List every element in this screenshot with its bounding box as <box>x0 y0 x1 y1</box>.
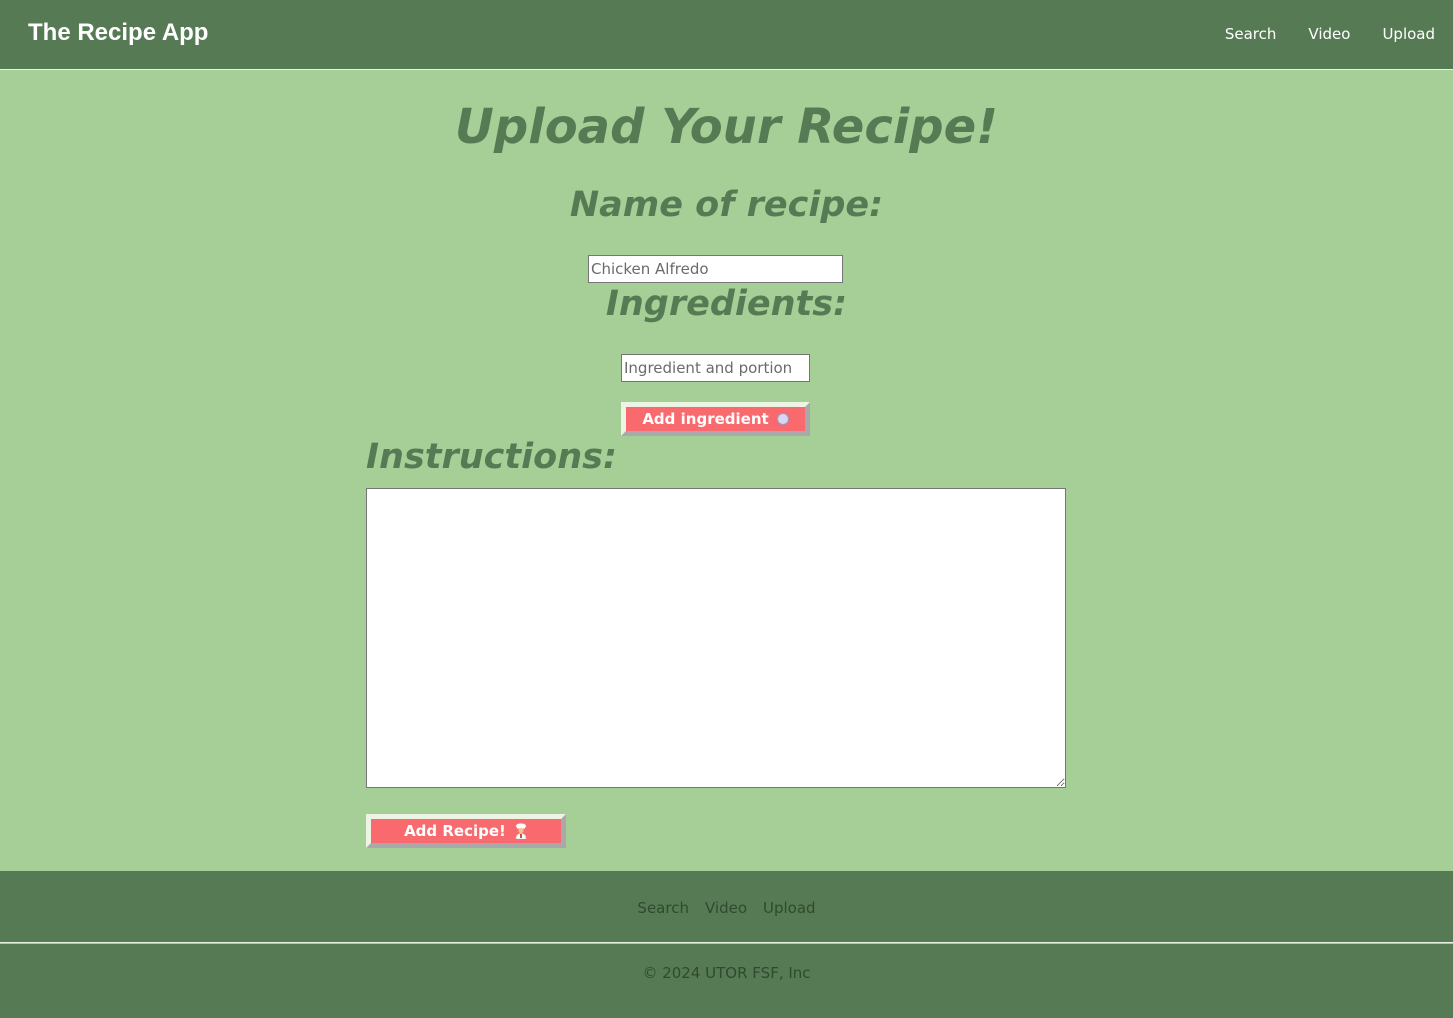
top-nav-links: Search Video Upload <box>1225 25 1435 43</box>
ingredients-label: Ingredients: <box>605 284 848 324</box>
add-ingredient-label: Add ingredient <box>642 410 769 428</box>
ingredient-input[interactable] <box>621 354 810 382</box>
copyright-text: © 2024 UTOR FSF, Inc <box>642 964 811 982</box>
circle-dot-icon <box>776 413 789 425</box>
instructions-textarea[interactable] <box>366 488 1066 788</box>
add-ingredient-button[interactable]: Add ingredient <box>621 402 810 436</box>
footer-nav-links: Search Video Upload <box>0 899 1453 917</box>
footer-link-video[interactable]: Video <box>705 899 747 917</box>
recipe-name-label: Name of recipe: <box>569 185 884 225</box>
page-title: Upload Your Recipe! <box>454 99 999 155</box>
nav-link-video[interactable]: Video <box>1308 25 1350 43</box>
nav-link-search[interactable]: Search <box>1225 25 1277 43</box>
nav-link-upload[interactable]: Upload <box>1382 25 1435 43</box>
footer-copyright-bar: © 2024 UTOR FSF, Inc <box>0 944 1453 1018</box>
instructions-label: Instructions: <box>366 437 617 477</box>
top-navbar: The Recipe App Search Video Upload <box>0 0 1453 70</box>
app-brand[interactable]: The Recipe App <box>28 19 208 47</box>
footer-link-search[interactable]: Search <box>637 899 689 917</box>
add-recipe-button[interactable]: Add Recipe! <box>366 814 566 848</box>
footer-links-bar: Search Video Upload <box>0 871 1453 943</box>
add-recipe-label: Add Recipe! <box>404 822 506 840</box>
recipe-name-input[interactable] <box>588 255 843 283</box>
upload-recipe-form: Upload Your Recipe! Name of recipe: Ingr… <box>0 71 1453 871</box>
footer-link-upload[interactable]: Upload <box>763 899 816 917</box>
chef-icon <box>514 823 528 840</box>
